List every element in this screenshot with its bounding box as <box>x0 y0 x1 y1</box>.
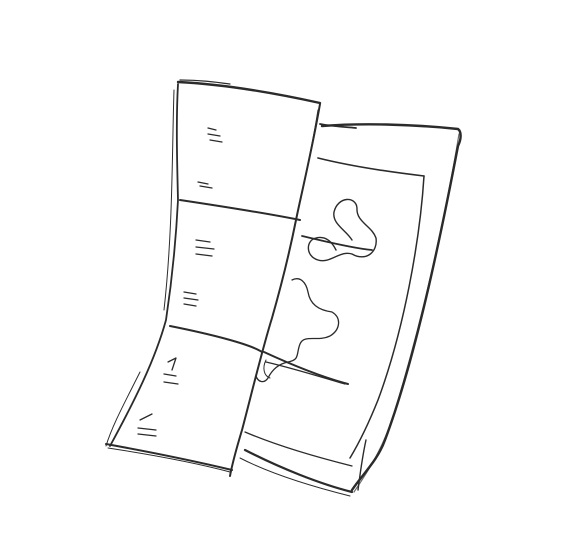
folded-map-sketch <box>105 79 462 497</box>
map-route-line <box>255 198 377 383</box>
front-map-panel <box>105 79 349 477</box>
sketch-canvas <box>0 0 562 559</box>
text-marks <box>137 127 223 437</box>
back-map-panel <box>239 123 462 497</box>
